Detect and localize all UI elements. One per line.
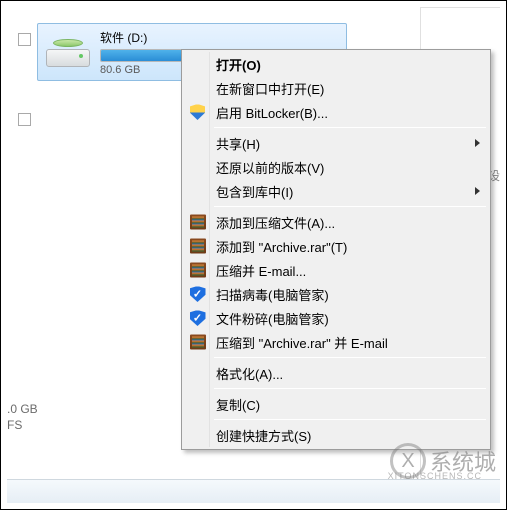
chevron-right-icon <box>475 139 480 147</box>
menu-open[interactable]: 打开(O) <box>184 52 488 76</box>
checkbox-drive-other[interactable] <box>18 113 31 126</box>
menu-bitlocker[interactable]: 启用 BitLocker(B)... <box>184 100 488 124</box>
menu-include-library[interactable]: 包含到库中(I) <box>184 179 488 203</box>
menu-share[interactable]: 共享(H) <box>184 131 488 155</box>
shield-icon <box>189 104 206 121</box>
menu-open-new-window[interactable]: 在新窗口中打开(E) <box>184 76 488 100</box>
menu-scan-virus[interactable]: ✓ 扫描病毒(电脑管家) <box>184 282 488 306</box>
rar-icon <box>189 238 206 255</box>
chevron-right-icon <box>475 187 480 195</box>
partial-drive-info: .0 GB FS <box>7 401 38 433</box>
checkbox-drive-d[interactable] <box>18 33 31 46</box>
menu-copy[interactable]: 复制(C) <box>184 392 488 416</box>
rar-icon <box>189 214 206 231</box>
qq-shield-icon: ✓ <box>189 310 206 327</box>
menu-separator <box>214 127 486 128</box>
menu-compress-email[interactable]: 压缩并 E-mail... <box>184 258 488 282</box>
menu-create-shortcut[interactable]: 创建快捷方式(S) <box>184 423 488 447</box>
menu-file-shred[interactable]: ✓ 文件粉碎(电脑管家) <box>184 306 488 330</box>
context-menu: 打开(O) 在新窗口中打开(E) 启用 BitLocker(B)... 共享(H… <box>181 49 491 450</box>
drive-icon <box>46 33 90 71</box>
menu-add-archive[interactable]: 添加到压缩文件(A)... <box>184 210 488 234</box>
rar-icon <box>189 262 206 279</box>
menu-compress-to-email[interactable]: 压缩到 "Archive.rar" 并 E-mail <box>184 330 488 354</box>
rar-icon <box>189 334 206 351</box>
menu-add-archive-rar[interactable]: 添加到 "Archive.rar"(T) <box>184 234 488 258</box>
qq-shield-icon: ✓ <box>189 286 206 303</box>
menu-separator <box>214 357 486 358</box>
menu-format[interactable]: 格式化(A)... <box>184 361 488 385</box>
menu-separator <box>214 419 486 420</box>
menu-restore[interactable]: 还原以前的版本(V) <box>184 155 488 179</box>
menu-separator <box>214 388 486 389</box>
status-bar <box>7 479 500 503</box>
menu-separator <box>214 206 486 207</box>
drive-name: 软件 (D:) <box>100 29 338 46</box>
